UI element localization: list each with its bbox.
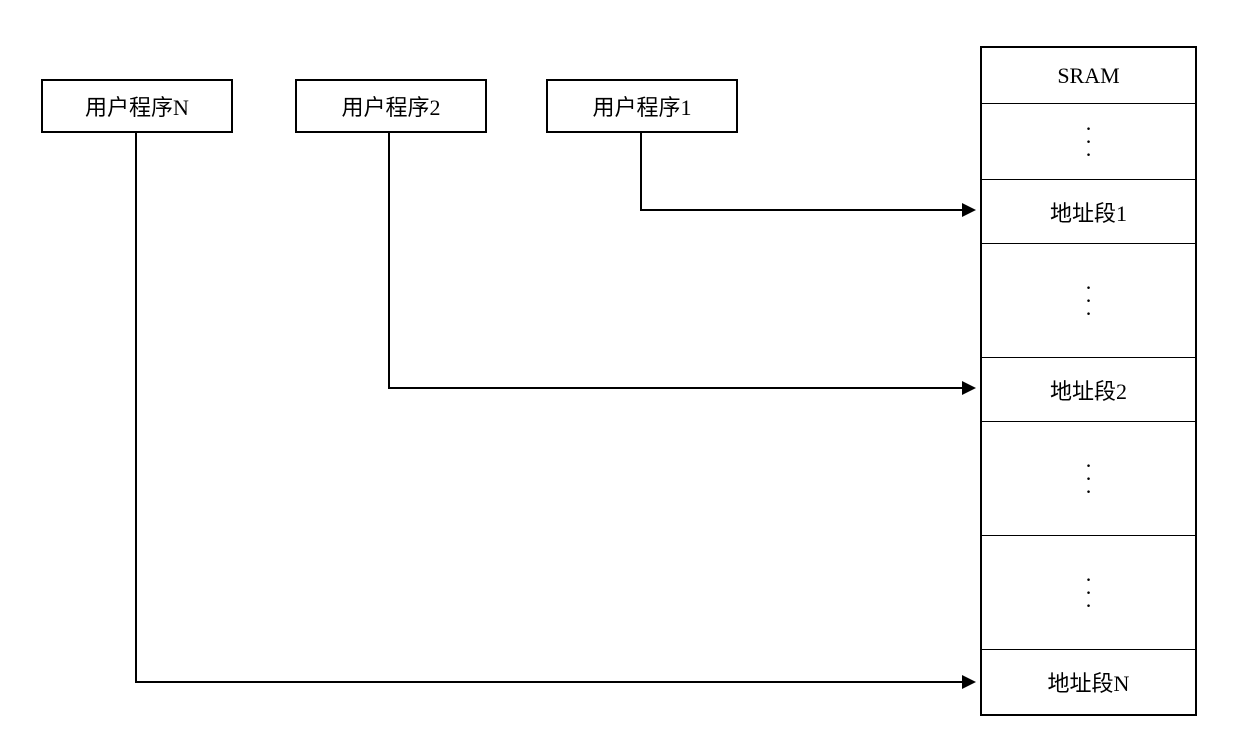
sram-segment-1: 地址段1 (982, 180, 1195, 244)
arrow-2-h (388, 387, 965, 389)
vertical-ellipsis-icon: ··· (1085, 459, 1092, 499)
sram-table: SRAM ··· 地址段1 ··· 地址段2 ··· ··· 地址段N (980, 46, 1197, 716)
vertical-ellipsis-icon: ··· (1085, 122, 1092, 162)
sram-dots-2: ··· (982, 244, 1195, 358)
arrow-2-v (388, 133, 390, 389)
user-program-2-label: 用户程序2 (341, 90, 440, 122)
user-program-n: 用户程序N (41, 79, 233, 133)
sram-segment-2: 地址段2 (982, 358, 1195, 422)
sram-segment-1-label: 地址段1 (1050, 196, 1127, 228)
sram-dots-3: ··· (982, 422, 1195, 536)
arrow-n-head (962, 675, 976, 689)
sram-segment-n: 地址段N (982, 650, 1195, 714)
sram-dots-4: ··· (982, 536, 1195, 650)
arrow-n-v (135, 133, 137, 683)
sram-segment-n-label: 地址段N (1048, 666, 1130, 698)
vertical-ellipsis-icon: ··· (1085, 573, 1092, 613)
user-program-n-label: 用户程序N (85, 90, 189, 122)
sram-header-label: SRAM (1057, 63, 1119, 89)
arrow-1-h (640, 209, 965, 211)
sram-segment-2-label: 地址段2 (1050, 374, 1127, 406)
arrow-n-h (135, 681, 965, 683)
user-program-2: 用户程序2 (295, 79, 487, 133)
arrow-1-v (640, 133, 642, 211)
arrow-1-head (962, 203, 976, 217)
user-program-1-label: 用户程序1 (592, 90, 691, 122)
user-program-1: 用户程序1 (546, 79, 738, 133)
arrow-2-head (962, 381, 976, 395)
sram-header: SRAM (982, 48, 1195, 104)
sram-dots-1: ··· (982, 104, 1195, 180)
vertical-ellipsis-icon: ··· (1085, 281, 1092, 321)
